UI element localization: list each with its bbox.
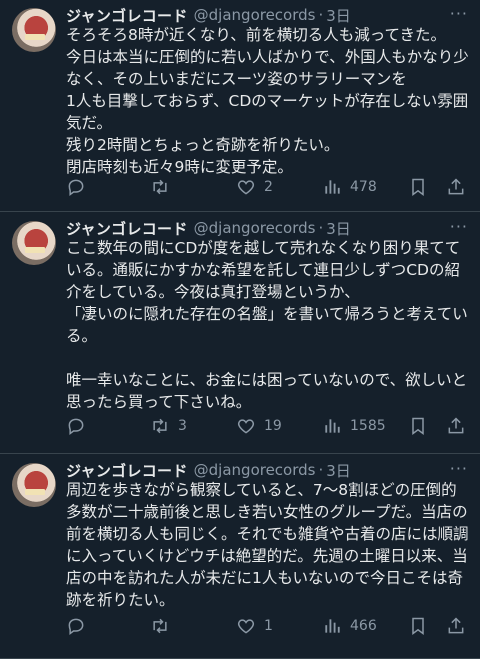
reply-icon: [68, 418, 84, 435]
like-count: 1: [264, 618, 273, 634]
tweet-text: ここ数年の間にCDが度を越して売れなくなり困り果てている。通販にかすかな希望を託…: [66, 239, 468, 411]
more-icon[interactable]: ···: [450, 217, 468, 236]
tweet-header: ジャンゴレコード @djangorecords · 3日: [66, 4, 470, 26]
timestamp[interactable]: 3日: [326, 460, 351, 481]
heart-icon: [237, 419, 255, 434]
share-button[interactable]: [446, 413, 466, 439]
retweet-button[interactable]: [150, 613, 178, 639]
views-icon: [325, 180, 340, 194]
tweet[interactable]: ジャンゴレコード @djangorecords · 3日 ··· そろそろ8時が…: [0, 0, 480, 212]
views-icon: [325, 419, 340, 433]
avatar[interactable]: [12, 8, 56, 52]
reply-button[interactable]: [66, 174, 94, 200]
action-bar: 2 478: [66, 174, 472, 200]
bookmark-icon: [412, 617, 424, 635]
share-button[interactable]: [446, 613, 466, 639]
bookmark-button[interactable]: [408, 613, 428, 639]
heart-icon: [237, 180, 255, 195]
tweet[interactable]: ジャンゴレコード @djangorecords · 3日 ··· ここ数年の間に…: [0, 213, 480, 454]
user-handle[interactable]: @djangorecords: [194, 6, 316, 24]
display-name[interactable]: ジャンゴレコード: [66, 5, 188, 26]
more-icon[interactable]: ···: [450, 459, 468, 478]
view-count: 466: [350, 618, 377, 634]
views-button[interactable]: 478: [322, 174, 377, 200]
like-button[interactable]: 1: [236, 613, 273, 639]
tweet-header: ジャンゴレコード @djangorecords · 3日: [66, 459, 470, 481]
bookmark-button[interactable]: [408, 174, 428, 200]
bookmark-icon: [412, 178, 424, 196]
share-icon: [448, 417, 464, 434]
retweet-button[interactable]: [150, 174, 178, 200]
share-icon: [448, 178, 464, 195]
like-count: 19: [264, 418, 282, 434]
display-name[interactable]: ジャンゴレコード: [66, 218, 188, 239]
timestamp[interactable]: 3日: [326, 5, 351, 26]
reply-button[interactable]: [66, 613, 94, 639]
views-icon: [325, 619, 340, 633]
reply-button[interactable]: [66, 413, 94, 439]
timeline: ジャンゴレコード @djangorecords · 3日 ··· そろそろ8時が…: [0, 0, 480, 659]
bookmark-icon: [412, 417, 424, 435]
separator: ·: [318, 6, 324, 24]
like-count: 2: [264, 179, 273, 195]
more-icon[interactable]: ···: [450, 4, 468, 23]
bookmark-button[interactable]: [408, 413, 428, 439]
share-icon: [448, 617, 464, 634]
reply-icon: [68, 618, 84, 635]
retweet-icon: [153, 418, 167, 434]
retweet-button[interactable]: 3: [150, 413, 187, 439]
view-count: 478: [350, 179, 377, 195]
tweet-text: 周辺を歩きながら観察していると、7〜8割ほどの圧倒的多数が二十歳前後と思しき若い…: [66, 481, 469, 609]
tweet[interactable]: ジャンゴレコード @djangorecords · 3日 ··· 周辺を歩きなが…: [0, 455, 480, 659]
like-button[interactable]: 2: [236, 174, 273, 200]
retweet-icon: [153, 618, 167, 634]
separator: ·: [318, 219, 324, 237]
user-handle[interactable]: @djangorecords: [194, 461, 316, 479]
tweet-header: ジャンゴレコード @djangorecords · 3日: [66, 217, 470, 239]
retweet-icon: [153, 179, 167, 195]
reply-icon: [68, 179, 84, 196]
display-name[interactable]: ジャンゴレコード: [66, 460, 188, 481]
action-bar: 1 466: [66, 613, 472, 639]
action-bar: 3 19 1585: [66, 413, 472, 439]
avatar[interactable]: [12, 221, 56, 265]
timestamp[interactable]: 3日: [326, 218, 351, 239]
user-handle[interactable]: @djangorecords: [194, 219, 316, 237]
views-button[interactable]: 466: [322, 613, 377, 639]
views-button[interactable]: 1585: [322, 413, 386, 439]
view-count: 1585: [350, 418, 386, 434]
separator: ·: [318, 461, 324, 479]
like-button[interactable]: 19: [236, 413, 282, 439]
retweet-count: 3: [178, 418, 187, 434]
share-button[interactable]: [446, 174, 466, 200]
heart-icon: [237, 619, 255, 634]
tweet-text: そろそろ8時が近くなり、前を横切る人も減ってきた。 今日は本当に圧倒的に若い人ば…: [66, 26, 469, 176]
avatar[interactable]: [12, 463, 56, 507]
